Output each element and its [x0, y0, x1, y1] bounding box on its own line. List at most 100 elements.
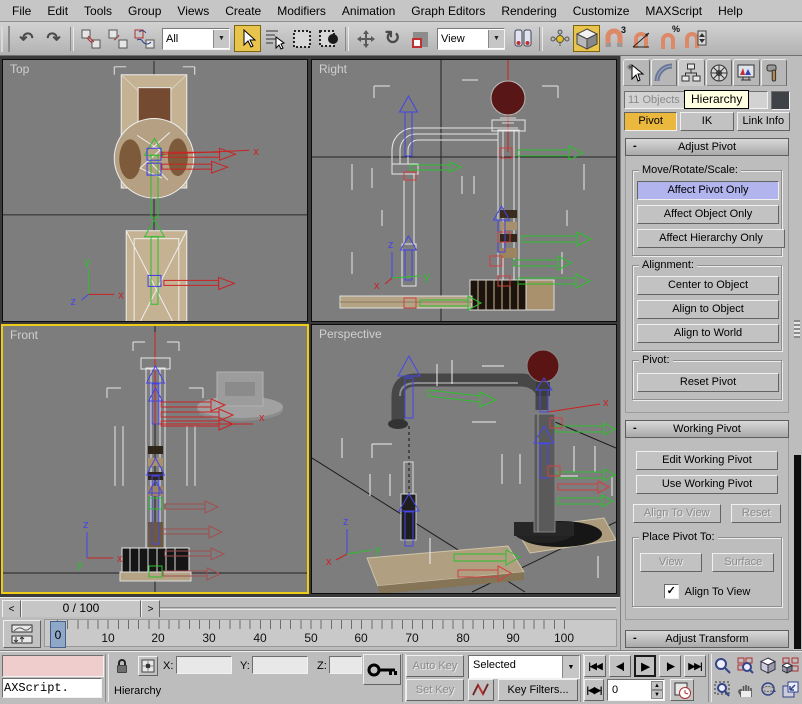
absolute-offset-mode-toggle[interactable] [138, 656, 158, 676]
tab-modify[interactable] [650, 59, 677, 86]
select-and-manipulate-button[interactable] [546, 25, 573, 52]
zoom-all-button[interactable] [735, 655, 756, 676]
play-animation-button[interactable]: ▶ [634, 655, 656, 677]
key-filter-dropdown[interactable]: Selected ▼ [468, 655, 580, 679]
pivot-mode-button[interactable]: Pivot [624, 112, 678, 131]
previous-frame-button[interactable]: ◀| [609, 655, 631, 677]
viewport-top-label[interactable]: Top [10, 62, 29, 76]
key-mode-toggle-button[interactable]: |◀▶| [584, 679, 604, 701]
time-slider-track[interactable] [160, 607, 616, 610]
viewport-perspective-label[interactable]: Perspective [319, 327, 382, 341]
selection-filter-arrow[interactable]: ▼ [213, 29, 229, 48]
redo-button[interactable]: ↷ [40, 25, 67, 52]
tab-create[interactable] [623, 59, 650, 86]
menu-views[interactable]: Views [169, 1, 217, 21]
select-and-link-button[interactable] [77, 25, 104, 52]
zoom-region-button[interactable] [712, 679, 733, 700]
link-info-mode-button[interactable]: Link Info [736, 112, 790, 131]
viewport-right[interactable]: Right z y x [311, 59, 617, 322]
select-and-scale-button[interactable] [406, 25, 433, 52]
arc-rotate-button[interactable] [758, 679, 779, 700]
angle-snap-toggle-button[interactable] [627, 25, 654, 52]
zoom-extents-all-button[interactable] [780, 655, 801, 676]
use-center-flyout-button[interactable] [509, 25, 536, 52]
panel-scroll-track[interactable] [794, 455, 801, 649]
select-and-rotate-button[interactable]: ↻ [379, 25, 406, 52]
menu-graph-editors[interactable]: Graph Editors [403, 1, 493, 21]
panel-resize-grip[interactable] [794, 320, 800, 338]
snaps-toggle-button[interactable] [573, 25, 600, 52]
command-panel-scrollbar[interactable] [793, 56, 802, 650]
maxscript-mini-listener[interactable]: AXScript. [2, 678, 102, 698]
viewport-top[interactable]: Top x y x z [2, 59, 308, 322]
undo-button[interactable]: ↶ [13, 25, 40, 52]
x-coord-field[interactable] [176, 656, 232, 674]
spinner-down-icon[interactable]: ▼ [651, 690, 663, 699]
align-to-world-button[interactable]: Align to World [637, 324, 779, 343]
current-frame-marker[interactable]: 0 [50, 621, 66, 648]
bind-to-space-warp-button[interactable] [131, 25, 158, 52]
menu-file[interactable]: File [4, 1, 39, 21]
time-slider-handle[interactable]: 0 / 100 [21, 600, 141, 618]
affect-pivot-only-button[interactable]: Affect Pivot Only [637, 181, 779, 200]
chevron-down-icon[interactable]: ▼ [562, 656, 579, 678]
tab-motion[interactable] [705, 59, 732, 86]
time-slider-next-button[interactable]: > [141, 600, 160, 618]
coord-system-arrow[interactable]: ▼ [488, 29, 504, 48]
selection-lock-toggle[interactable] [112, 656, 132, 676]
auto-key-button[interactable]: Auto Key [406, 655, 464, 677]
track-bar-ruler[interactable]: 0 10 20 30 40 50 60 70 80 90 100 0 [44, 619, 617, 648]
time-configuration-button[interactable] [670, 679, 694, 701]
percent-snap-toggle-button[interactable]: % [654, 24, 681, 52]
z-coord-field[interactable] [329, 656, 362, 674]
reference-coordinate-system-dropdown[interactable]: View ▼ [437, 27, 505, 50]
goto-end-button[interactable]: ▶▶| [684, 655, 706, 677]
select-and-move-button[interactable] [352, 25, 379, 52]
viewport-front-active[interactable]: Front x z x y [1, 324, 309, 594]
use-working-pivot-button[interactable]: Use Working Pivot [636, 475, 778, 494]
next-frame-button[interactable]: |▶ [659, 655, 681, 677]
ik-mode-button[interactable]: IK [680, 112, 734, 131]
align-to-object-button[interactable]: Align to Object [637, 300, 779, 319]
menu-group[interactable]: Group [120, 1, 169, 21]
min-max-toggle-button[interactable] [780, 679, 801, 700]
goto-start-button[interactable]: |◀◀ [584, 655, 606, 677]
mini-curve-editor-button[interactable] [3, 620, 41, 648]
adjust-transform-rollout-header[interactable]: - Adjust Transform [625, 630, 789, 648]
affect-object-only-button[interactable]: Affect Object Only [637, 205, 779, 224]
menu-help[interactable]: Help [710, 1, 751, 21]
adjust-pivot-rollout-header[interactable]: - Adjust Pivot [625, 138, 789, 156]
affect-hierarchy-only-button[interactable]: Affect Hierarchy Only [637, 229, 785, 248]
select-by-name-button[interactable] [261, 25, 288, 52]
window-crossing-toggle-button[interactable] [315, 25, 342, 52]
default-tangents-button[interactable] [468, 679, 494, 701]
menu-maxscript[interactable]: MAXScript [637, 1, 710, 21]
rectangular-selection-region-button[interactable] [288, 25, 315, 52]
center-to-object-button[interactable]: Center to Object [637, 276, 779, 295]
frame-spinner[interactable]: ▲ ▼ [651, 681, 663, 699]
viewport-right-label[interactable]: Right [319, 62, 347, 76]
snap-3d-toggle-button[interactable]: 3 [600, 25, 627, 52]
viewport-perspective[interactable]: Perspective x z y x [311, 324, 617, 594]
macro-recorder-field[interactable] [2, 655, 104, 677]
time-slider-prev-button[interactable]: < [2, 600, 21, 618]
key-filters-button[interactable]: Key Filters... [498, 679, 578, 701]
y-coord-field[interactable] [252, 656, 308, 674]
select-object-button[interactable] [234, 25, 261, 52]
menu-tools[interactable]: Tools [76, 1, 120, 21]
menu-rendering[interactable]: Rendering [493, 1, 564, 21]
viewport-front-label[interactable]: Front [10, 328, 38, 342]
set-key-button[interactable]: Set Key [406, 679, 464, 701]
set-keys-button[interactable] [363, 654, 401, 685]
working-pivot-rollout-header[interactable]: - Working Pivot [625, 420, 789, 438]
object-color-swatch[interactable] [771, 90, 790, 110]
tab-display[interactable] [733, 59, 760, 86]
spinner-up-icon[interactable]: ▲ [651, 681, 663, 690]
zoom-extents-button[interactable] [758, 655, 779, 676]
pan-view-button[interactable] [735, 679, 756, 700]
reset-pivot-button[interactable]: Reset Pivot [637, 373, 779, 392]
align-to-view-checkbox[interactable]: ✓ [663, 584, 679, 599]
menu-create[interactable]: Create [217, 1, 269, 21]
menu-edit[interactable]: Edit [39, 1, 76, 21]
tab-utilities[interactable] [760, 59, 787, 86]
